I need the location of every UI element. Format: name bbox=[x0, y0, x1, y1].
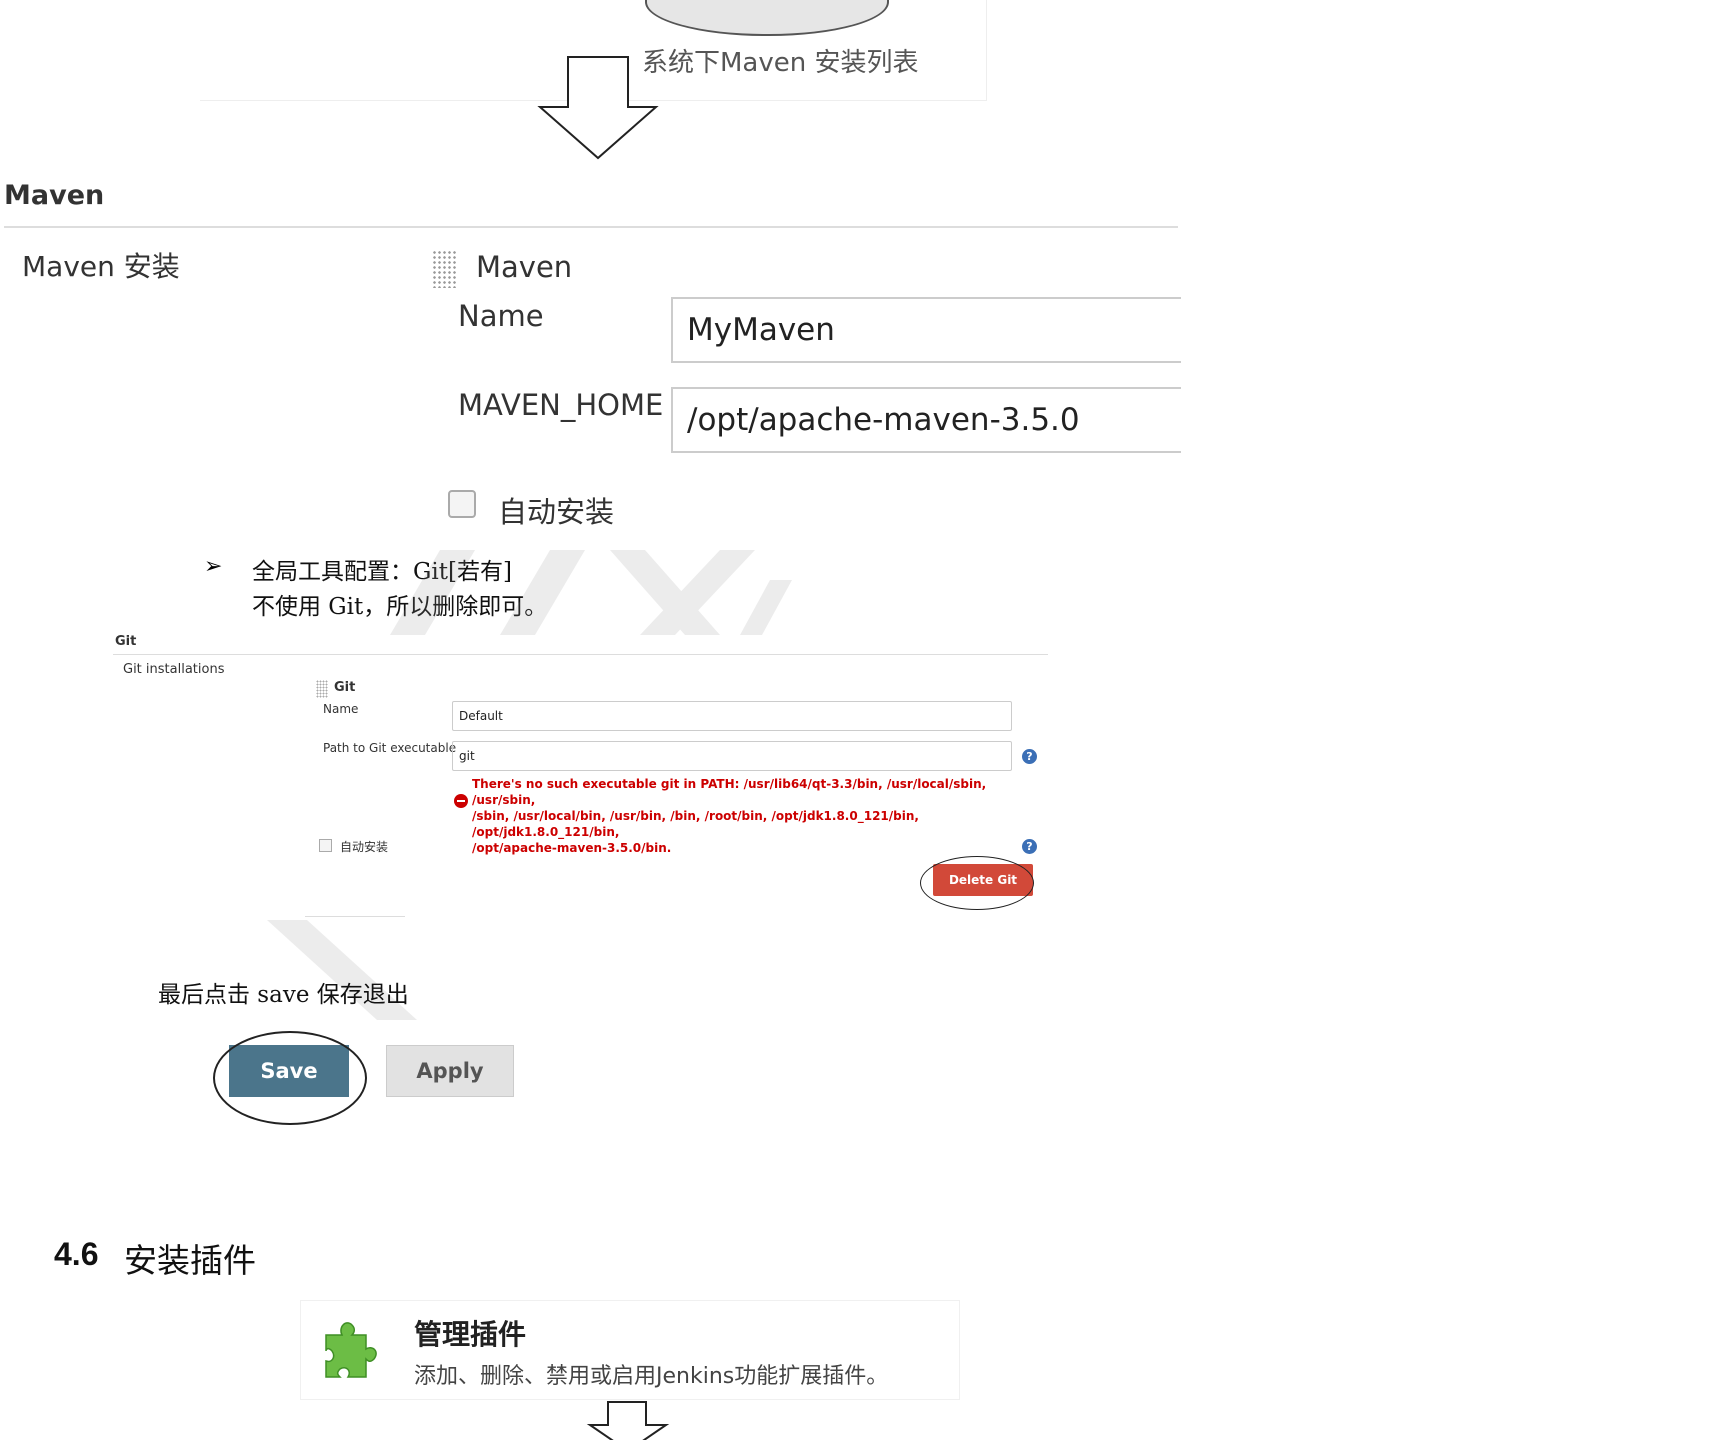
git-path-error: There's no such executable git in PATH: … bbox=[472, 776, 1012, 856]
git-section-title: Git bbox=[115, 634, 137, 649]
git-installations-label: Git installations bbox=[123, 662, 225, 677]
help-icon[interactable]: ? bbox=[1022, 749, 1037, 764]
maven-name-input[interactable]: MyMaven bbox=[671, 297, 1181, 363]
git-auto-install-checkbox[interactable] bbox=[319, 839, 332, 852]
maven-section-title: Maven bbox=[4, 180, 105, 211]
git-bottom-divider bbox=[305, 916, 405, 917]
maven-name-label: Name bbox=[458, 299, 544, 333]
bullet-text: 全局工具配置：Git[若有] bbox=[252, 559, 512, 585]
maven-entry-name: Maven bbox=[476, 250, 573, 284]
help-icon[interactable]: ? bbox=[1022, 839, 1037, 854]
git-section-divider bbox=[113, 654, 1048, 655]
down-arrow-icon bbox=[537, 56, 659, 160]
git-name-label: Name bbox=[323, 702, 359, 716]
bullet-sub-text: 不使用 Git，所以删除即可。 bbox=[252, 594, 548, 620]
manage-plugins-description: 添加、删除、禁用或启用Jenkins功能扩展插件。 bbox=[414, 1364, 889, 1389]
section-number: 4.6 bbox=[54, 1236, 99, 1272]
maven-auto-install-checkbox[interactable] bbox=[448, 490, 476, 518]
maven-home-label: MAVEN_HOME bbox=[458, 388, 664, 422]
git-path-error-line: /sbin, /usr/local/bin, /usr/bin, /bin, /… bbox=[472, 809, 919, 839]
git-name-input[interactable]: Default bbox=[452, 701, 1012, 731]
delete-git-highlight-oval bbox=[920, 856, 1034, 910]
drag-handle-icon[interactable] bbox=[432, 250, 458, 288]
git-path-error-line: There's no such executable git in PATH: … bbox=[472, 777, 987, 807]
git-auto-install-label: 自动安装 bbox=[340, 840, 389, 854]
save-highlight-oval bbox=[213, 1031, 367, 1125]
git-path-input[interactable]: git bbox=[452, 741, 1012, 771]
maven-installations-label: Maven 安装 bbox=[22, 250, 180, 283]
drag-handle-icon[interactable] bbox=[316, 680, 328, 698]
git-path-label: Path to Git executable bbox=[323, 741, 457, 755]
apply-button[interactable]: Apply bbox=[386, 1045, 514, 1097]
git-entry-name: Git bbox=[334, 680, 356, 695]
maven-section-divider bbox=[4, 226, 1178, 228]
maven-home-input[interactable]: /opt/apache-maven-3.5.0 bbox=[671, 387, 1181, 453]
down-arrow-icon bbox=[586, 1401, 670, 1440]
manage-plugins-title: 管理插件 bbox=[414, 1318, 527, 1351]
error-icon bbox=[454, 794, 468, 808]
final-instruction-text: 最后点击 save 保存退出 bbox=[158, 982, 409, 1008]
git-path-error-line: /opt/apache-maven-3.5.0/bin. bbox=[472, 841, 672, 855]
section-title: 安装插件 bbox=[124, 1241, 256, 1280]
maven-auto-install-label: 自动安装 bbox=[498, 495, 615, 529]
puzzle-icon bbox=[325, 1322, 377, 1378]
bullet-arrow-icon: ➢ bbox=[204, 554, 223, 579]
top-figure-caption: 系统下Maven 安装列表 bbox=[642, 48, 919, 78]
